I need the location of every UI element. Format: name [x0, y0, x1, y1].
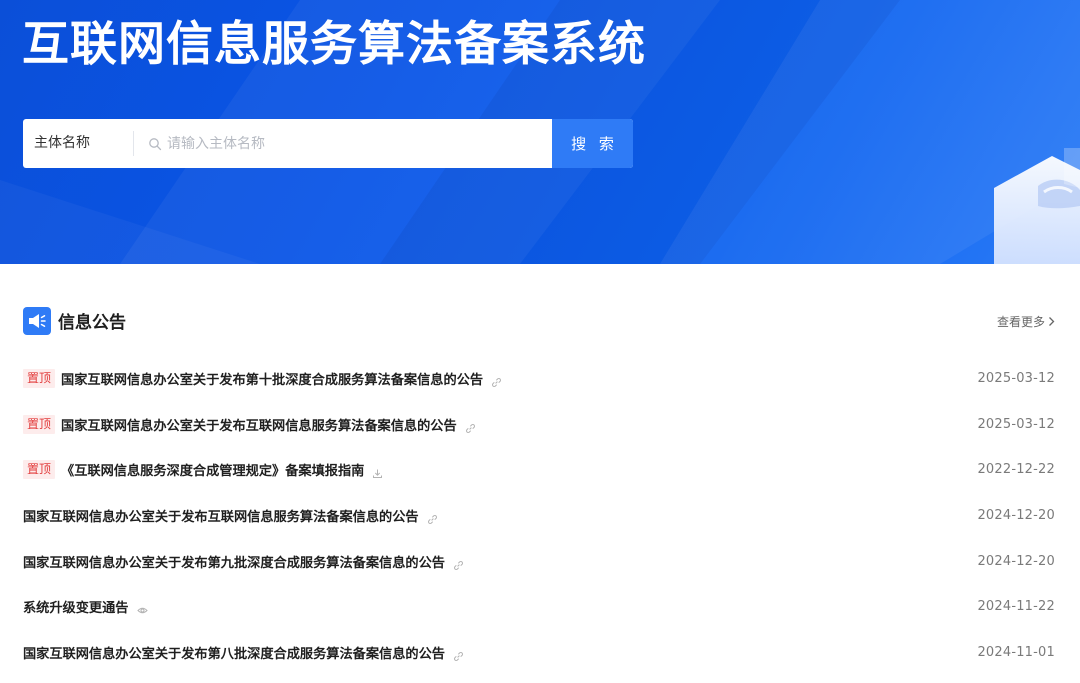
megaphone-icon — [23, 307, 51, 335]
notice-item-title[interactable]: 《互联网信息服务深度合成管理规定》备案填报指南 — [61, 460, 364, 479]
notice-item-title[interactable]: 国家互联网信息办公室关于发布互联网信息服务算法备案信息的公告 — [23, 506, 419, 525]
notice-item-date: 2024-11-01 — [977, 644, 1055, 660]
view-more-link[interactable]: 查看更多 — [997, 313, 1055, 330]
view-more-label: 查看更多 — [996, 315, 1045, 329]
notice-item[interactable]: 置顶 《互联网信息服务深度合成管理规定》备案填报指南 2022-12-22 — [23, 447, 1055, 493]
notice-item[interactable]: 系统升级变更通告 2024-11-22 — [23, 584, 1055, 630]
download-icon — [372, 464, 383, 479]
notice-item-date: 2024-12-20 — [977, 508, 1055, 524]
notice-item-title[interactable]: 系统升级变更通告 — [23, 597, 129, 616]
link-icon — [453, 647, 464, 661]
search-icon — [149, 137, 162, 150]
link-icon — [427, 510, 438, 525]
link-icon — [465, 419, 476, 433]
hero-banner: 互联网信息服务算法备案系统 主体名称 搜 索 — [0, 0, 1080, 264]
pinned-badge: 置顶 — [23, 414, 56, 434]
notice-item-date: 2024-12-20 — [977, 553, 1055, 569]
pinned-badge: 置顶 — [23, 369, 56, 389]
notice-section: 信息公告 查看更多 置顶 国家互联网信息办公室关于发布第十批深度合成服务算法备案信… — [23, 306, 1055, 662]
pinned-badge: 置顶 — [23, 460, 56, 480]
notice-item[interactable]: 国家互联网信息办公室关于发布第八批深度合成服务算法备案信息的公告 2024-11-… — [23, 630, 1055, 676]
search-input-wrap — [134, 119, 552, 168]
page-title: 互联网信息服务算法备案系统 — [22, 17, 646, 72]
link-icon — [491, 373, 502, 388]
notice-item-date: 2025-03-12 — [977, 416, 1055, 432]
search-input[interactable] — [167, 128, 552, 159]
notice-item[interactable]: 置顶 国家互联网信息办公室关于发布互联网信息服务算法备案信息的公告 2025-03-… — [23, 402, 1055, 448]
notice-list: 置顶 国家互联网信息办公室关于发布第十批深度合成服务算法备案信息的公告 2025-0… — [23, 356, 1055, 675]
chevron-right-icon — [1049, 317, 1055, 326]
search-type-select[interactable]: 主体名称 — [23, 119, 134, 168]
shield-decoration-icon — [994, 148, 1080, 264]
link-icon — [453, 556, 464, 570]
notice-item-title[interactable]: 国家互联网信息办公室关于发布第十批深度合成服务算法备案信息的公告 — [61, 369, 483, 388]
search-button[interactable]: 搜 索 — [552, 119, 633, 168]
notice-item-title[interactable]: 国家互联网信息办公室关于发布互联网信息服务算法备案信息的公告 — [61, 415, 457, 434]
notice-item-title[interactable]: 国家互联网信息办公室关于发布第九批深度合成服务算法备案信息的公告 — [23, 552, 445, 571]
notice-item-date: 2022-12-22 — [977, 462, 1055, 478]
search-bar: 主体名称 搜 索 — [23, 119, 633, 168]
notice-title: 信息公告 — [58, 313, 126, 333]
notice-item-date: 2025-03-12 — [977, 371, 1055, 387]
notice-item[interactable]: 国家互联网信息办公室关于发布第九批深度合成服务算法备案信息的公告 2024-12-… — [23, 538, 1055, 584]
notice-item-date: 2024-11-22 — [977, 599, 1055, 615]
notice-item[interactable]: 国家互联网信息办公室关于发布互联网信息服务算法备案信息的公告 2024-12-20 — [23, 493, 1055, 539]
notice-item-title[interactable]: 国家互联网信息办公室关于发布第八批深度合成服务算法备案信息的公告 — [23, 643, 445, 662]
eye-icon — [136, 601, 148, 614]
notice-item[interactable]: 置顶 国家互联网信息办公室关于发布第十批深度合成服务算法备案信息的公告 2025-0… — [23, 356, 1055, 402]
notice-header: 信息公告 查看更多 — [23, 306, 1055, 336]
